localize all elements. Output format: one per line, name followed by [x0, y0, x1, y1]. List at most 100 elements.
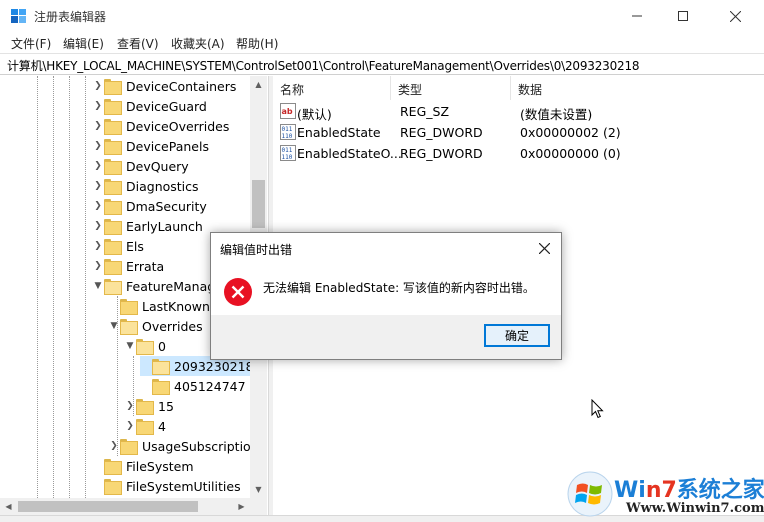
scroll-left-icon[interactable]: ◀: [0, 498, 17, 515]
expand-arrow-icon[interactable]: ❯: [92, 256, 104, 276]
maximize-icon: [678, 11, 688, 21]
expand-arrow-icon[interactable]: ❯: [92, 196, 104, 216]
collapse-arrow-icon[interactable]: ▼: [92, 276, 104, 296]
tree-node[interactable]: ❯ DmaSecurity: [92, 196, 207, 216]
dialog-close-button[interactable]: [529, 236, 559, 260]
column-header-type[interactable]: 类型: [391, 76, 511, 100]
expand-arrow-icon[interactable]: ❯: [124, 396, 136, 416]
tree-node[interactable]: ❯ DeviceGuard: [92, 96, 207, 116]
dialog-title: 编辑值时出错: [220, 243, 293, 257]
value-name: EnabledState: [297, 125, 381, 140]
value-data: 0x00000002 (2): [520, 125, 621, 140]
tree-node-label: DevicePanels: [126, 138, 209, 154]
tree-node[interactable]: ❯ DeviceContainers: [92, 76, 236, 96]
folder-icon: [104, 239, 122, 255]
menu-favorites[interactable]: 收藏夹(A): [171, 35, 225, 52]
menu-help[interactable]: 帮助(H): [236, 35, 278, 52]
tree-node[interactable]: ❯ 15: [124, 396, 174, 416]
open-folder-icon: [152, 359, 170, 375]
binary-value-icon: 011 110: [280, 124, 296, 140]
title-bar: 注册表编辑器: [0, 0, 764, 32]
expand-arrow-icon[interactable]: ❯: [92, 216, 104, 236]
minimize-button[interactable]: [614, 0, 660, 32]
folder-icon: [104, 119, 122, 135]
menu-file[interactable]: 文件(F): [11, 35, 51, 52]
windows-logo-icon: [567, 471, 613, 517]
tree-node[interactable]: ❯ Els: [92, 236, 144, 256]
maximize-button[interactable]: [660, 0, 706, 32]
folder-icon: [104, 159, 122, 175]
tree-node-label: 2093230218: [174, 358, 254, 374]
value-data: 0x00000000 (0): [520, 146, 621, 161]
minimize-icon: [632, 15, 642, 17]
tree-node-label: UsageSubscriptio: [142, 438, 251, 454]
column-header-name[interactable]: 名称: [273, 76, 391, 100]
expand-arrow-icon[interactable]: ❯: [108, 436, 120, 456]
value-row[interactable]: 011 110 EnabledState REG_DWORD 0x0000000…: [273, 122, 764, 143]
tree-node-label: Diagnostics: [126, 178, 199, 194]
scrollbar-thumb[interactable]: [252, 180, 265, 228]
tree-node[interactable]: ❯ EarlyLaunch: [92, 216, 203, 236]
menu-edit[interactable]: 编辑(E): [63, 35, 104, 52]
tree-node[interactable]: ❯ UsageSubscriptio: [108, 436, 251, 456]
ok-button[interactable]: 确定: [484, 324, 550, 347]
expand-arrow-icon[interactable]: ❯: [92, 156, 104, 176]
tree-node-label: FeatureManag: [126, 278, 216, 294]
value-type: REG_DWORD: [400, 125, 483, 140]
tree-node[interactable]: ❯ DevicePanels: [92, 136, 209, 156]
tree-node-label: DmaSecurity: [126, 198, 207, 214]
tree-node[interactable]: ▼ FeatureManag: [92, 276, 215, 296]
tree-guide-line: [85, 76, 86, 498]
tree-node[interactable]: ▼ Overrides: [108, 316, 203, 336]
scroll-up-icon[interactable]: ▲: [250, 76, 267, 93]
menu-view[interactable]: 查看(V): [117, 35, 159, 52]
close-button[interactable]: [712, 0, 758, 32]
error-message: 无法编辑 EnabledState: 写该值的新内容时出错。: [263, 281, 535, 295]
tree-node[interactable]: LastKnownG: [108, 296, 220, 316]
value-row[interactable]: 011 110 EnabledStateO... REG_DWORD 0x000…: [273, 143, 764, 164]
tree-node[interactable]: ❯ 4: [124, 416, 166, 436]
collapse-arrow-icon[interactable]: ▼: [108, 316, 120, 336]
folder-icon: [104, 99, 122, 115]
value-name: (默认): [297, 107, 332, 122]
scroll-right-icon[interactable]: ▶: [233, 498, 250, 515]
tree-node-label: DevQuery: [126, 158, 189, 174]
tree-node[interactable]: ❯ Errata: [92, 256, 164, 276]
expand-arrow-icon[interactable]: ❯: [92, 136, 104, 156]
folder-icon: [104, 139, 122, 155]
expand-arrow-icon[interactable]: ❯: [92, 76, 104, 96]
folder-icon: [104, 179, 122, 195]
watermark-brand: Win7系统之家: [614, 478, 764, 503]
open-folder-icon: [136, 339, 154, 355]
expand-arrow-icon[interactable]: ❯: [92, 116, 104, 136]
expand-arrow-icon[interactable]: ❯: [92, 176, 104, 196]
address-bar[interactable]: 计算机\HKEY_LOCAL_MACHINE\SYSTEM\ControlSet…: [0, 53, 764, 75]
watermark: Win7系统之家 Www.Winwin7.com: [566, 470, 764, 522]
scroll-down-icon[interactable]: ▼: [250, 481, 267, 498]
mouse-cursor-icon: [591, 399, 604, 419]
tree-node[interactable]: ❯ DeviceOverrides: [92, 116, 229, 136]
scrollbar-thumb[interactable]: [18, 501, 198, 512]
expand-arrow-icon[interactable]: ❯: [92, 96, 104, 116]
collapse-arrow-icon[interactable]: ▼: [124, 336, 136, 356]
folder-icon: [136, 399, 154, 415]
tree-guide-line: [37, 76, 38, 498]
tree-node-label: Errata: [126, 258, 165, 274]
tree-node[interactable]: ▼ 0: [124, 336, 166, 356]
value-row[interactable]: ab (默认) REG_SZ (数值未设置): [273, 101, 764, 122]
tree-node[interactable]: FileSystem: [92, 456, 194, 476]
tree-node[interactable]: ❯ Diagnostics: [92, 176, 199, 196]
tree-node[interactable]: 405124747: [140, 376, 246, 396]
error-icon: [224, 278, 252, 306]
tree-node-label: DeviceOverrides: [126, 118, 230, 134]
folder-icon: [104, 479, 122, 495]
tree-node[interactable]: ❯ DevQuery: [92, 156, 189, 176]
column-header-data[interactable]: 数据: [511, 76, 711, 100]
tree-horizontal-scrollbar[interactable]: ◀ ▶: [0, 498, 250, 515]
expand-arrow-icon[interactable]: ❯: [92, 236, 104, 256]
close-icon: [729, 10, 741, 22]
expand-arrow-icon[interactable]: ❯: [124, 416, 136, 436]
dialog-body: 无法编辑 EnabledState: 写该值的新内容时出错。 确定: [211, 266, 561, 359]
tree-node[interactable]: FileSystemUtilities: [92, 476, 241, 496]
tree-guide-line: [69, 76, 70, 498]
